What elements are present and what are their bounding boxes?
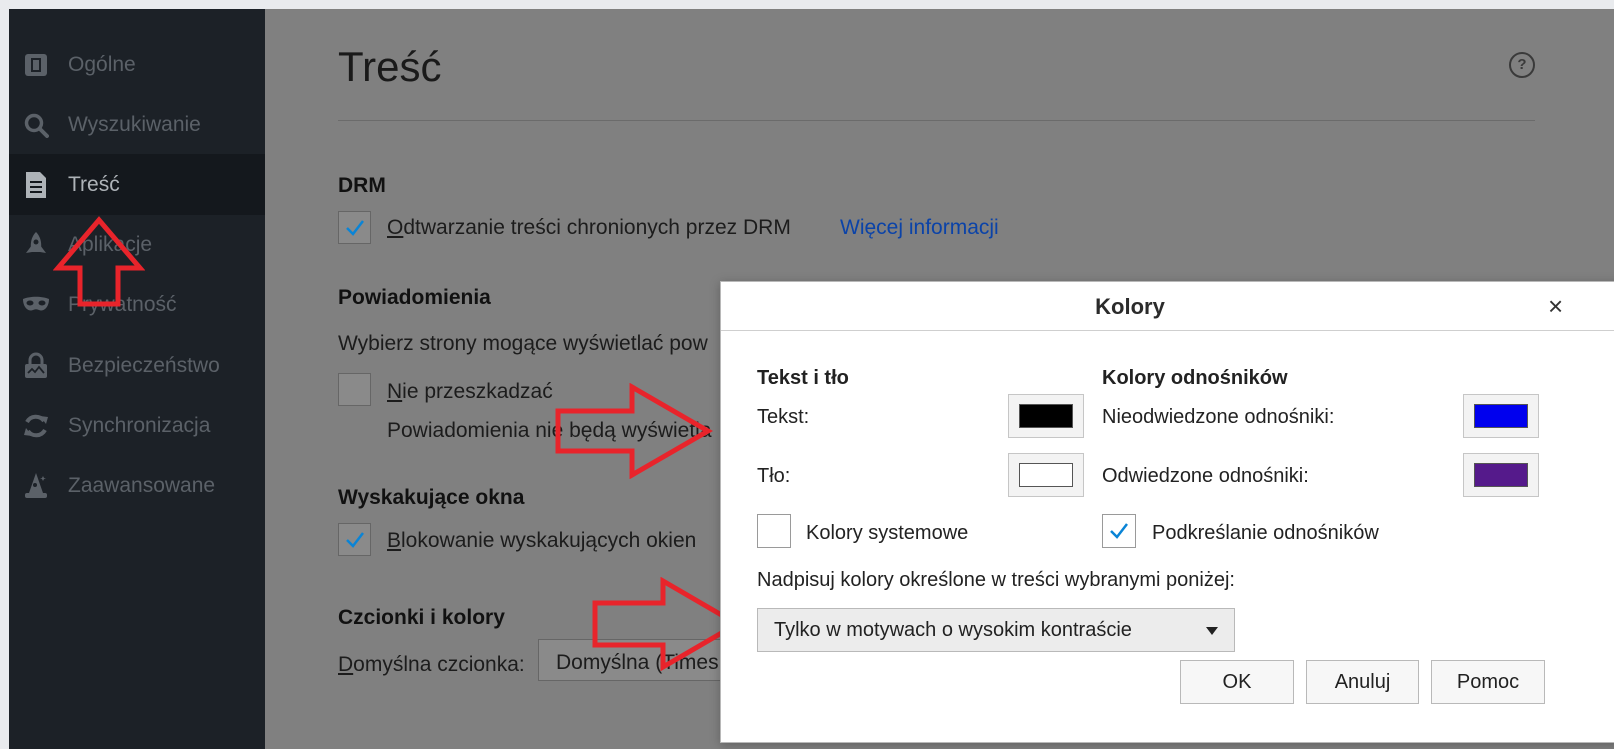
visited-links-label: Odwiedzone odnośniki: xyxy=(1102,465,1309,487)
sidebar-item-search[interactable]: Wyszukiwanie xyxy=(9,94,265,155)
mask-icon xyxy=(22,291,50,319)
background-color-picker[interactable] xyxy=(1008,453,1084,497)
text-color-swatch xyxy=(1019,404,1073,428)
drm-checkbox[interactable] xyxy=(338,211,371,244)
sidebar: Ogólne Wyszukiwanie Treść Aplikacje Pryw… xyxy=(9,9,265,749)
sidebar-item-general[interactable]: Ogólne xyxy=(9,34,265,95)
drm-checkbox-label[interactable]: Odtwarzanie treści chronionych przez DRM xyxy=(387,216,791,240)
default-font-label: Domyślna czcionka: xyxy=(338,653,525,676)
sidebar-item-label: Wyszukiwanie xyxy=(68,112,201,136)
text-color-label: Tekst: xyxy=(757,406,810,428)
wizard-icon xyxy=(22,472,50,500)
lock-icon xyxy=(22,352,50,380)
sidebar-item-security[interactable]: Bezpieczeństwo xyxy=(9,335,265,396)
text-background-heading: Tekst i tło xyxy=(757,367,849,389)
visited-links-swatch xyxy=(1474,463,1528,487)
sidebar-item-content[interactable]: Treść xyxy=(9,154,265,215)
title-divider xyxy=(338,120,1535,121)
background-color-swatch xyxy=(1019,463,1073,487)
search-icon xyxy=(22,111,50,139)
system-colors-checkbox[interactable] xyxy=(757,514,791,548)
sidebar-item-label: Treść xyxy=(68,172,120,196)
checkmark-icon xyxy=(346,220,364,236)
colors-dialog: Kolory × Tekst i tło Tekst: Tło: Kolory … xyxy=(720,281,1614,743)
dialog-title: Kolory xyxy=(1095,294,1165,319)
fonts-heading: Czcionki i kolory xyxy=(338,606,505,629)
sidebar-item-label: Zaawansowane xyxy=(68,473,216,497)
ok-button[interactable]: OK xyxy=(1180,660,1294,704)
general-icon xyxy=(22,51,50,79)
sidebar-item-label: Synchronizacja xyxy=(68,413,211,437)
do-not-disturb-checkbox[interactable] xyxy=(338,373,371,406)
checkmark-icon xyxy=(346,532,364,548)
unvisited-links-swatch xyxy=(1474,404,1528,428)
text-color-picker[interactable] xyxy=(1008,394,1084,438)
close-icon[interactable]: × xyxy=(1548,291,1563,322)
block-popups-checkbox[interactable] xyxy=(338,523,371,556)
more-info-link[interactable]: Więcej informacji xyxy=(840,216,999,240)
annotation-arrow-right-1 xyxy=(555,383,713,479)
drm-heading: DRM xyxy=(338,174,386,197)
sync-icon xyxy=(22,412,50,440)
unvisited-links-label: Nieodwiedzone odnośniki: xyxy=(1102,406,1335,428)
content-document-icon xyxy=(22,171,50,199)
visited-links-color-picker[interactable] xyxy=(1463,453,1539,497)
page-title: Treść xyxy=(338,43,442,90)
help-icon[interactable]: ? xyxy=(1509,52,1535,78)
underline-links-label[interactable]: Podkreślanie odnośników xyxy=(1152,522,1379,545)
override-colors-dropdown[interactable]: Tylko w motywach o wysokim kontraście xyxy=(757,608,1235,652)
system-colors-label[interactable]: Kolory systemowe xyxy=(806,522,968,545)
notifications-heading: Powiadomienia xyxy=(338,286,491,309)
help-button[interactable]: Pomoc xyxy=(1431,660,1545,704)
dialog-titlebar: Kolory × xyxy=(721,282,1614,331)
block-popups-label[interactable]: Blokowanie wyskakujących okien xyxy=(387,529,696,553)
override-colors-label: Nadpisuj kolory określone w treści wybra… xyxy=(757,569,1235,591)
chevron-down-icon xyxy=(1206,627,1218,635)
sidebar-item-advanced[interactable]: Zaawansowane xyxy=(9,455,265,516)
popups-heading: Wyskakujące okna xyxy=(338,486,525,509)
background-color-label: Tło: xyxy=(757,465,791,487)
underline-links-checkbox[interactable] xyxy=(1102,514,1136,548)
annotation-arrow-up xyxy=(53,216,145,307)
sidebar-item-sync[interactable]: Synchronizacja xyxy=(9,395,265,456)
sidebar-item-label: Bezpieczeństwo xyxy=(68,353,220,377)
preferences-window: Ogólne Wyszukiwanie Treść Aplikacje Pryw… xyxy=(9,9,1614,749)
do-not-disturb-label[interactable]: Nie przeszkadzać xyxy=(387,380,553,404)
unvisited-links-color-picker[interactable] xyxy=(1463,394,1539,438)
cancel-button[interactable]: Anuluj xyxy=(1306,660,1419,704)
rocket-icon xyxy=(22,231,50,259)
notifications-description: Wybierz strony mogące wyświetlać pow xyxy=(338,332,708,355)
checkmark-icon xyxy=(1110,523,1128,539)
link-colors-heading: Kolory odnośników xyxy=(1102,367,1288,389)
sidebar-item-label: Ogólne xyxy=(68,52,136,76)
override-colors-value: Tylko w motywach o wysokim kontraście xyxy=(774,619,1132,641)
